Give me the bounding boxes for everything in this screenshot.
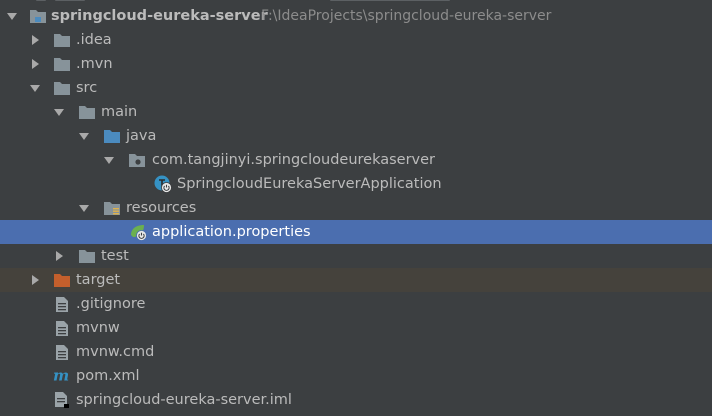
tree-label-idea: .idea	[76, 32, 112, 48]
tree-node-idea[interactable]: .idea	[0, 28, 712, 52]
maven-icon: m	[53, 367, 71, 385]
folder-icon	[53, 31, 71, 49]
spring-properties-icon	[129, 223, 147, 241]
tree-label-resources: resources	[126, 200, 197, 216]
expanded-arrow-icon[interactable]	[29, 82, 41, 94]
tree-label-app-class: SpringcloudEurekaServerApplication	[177, 176, 442, 192]
expanded-arrow-icon[interactable]	[78, 130, 90, 142]
tree-label-mvnw: mvnw	[76, 320, 120, 336]
text-file-icon	[53, 295, 71, 313]
source-folder-icon	[103, 127, 121, 145]
tree-node-target[interactable]: target	[0, 268, 712, 292]
tree-label-mvnw-cmd: mvnw.cmd	[76, 344, 155, 360]
tree-node-app-properties[interactable]: application.properties	[0, 220, 712, 244]
tree-label-main: main	[101, 104, 138, 120]
tree-label-target: target	[76, 272, 121, 288]
tree-node-main[interactable]: main	[0, 100, 712, 124]
folder-icon	[53, 55, 71, 73]
collapsed-arrow-icon[interactable]	[29, 274, 41, 286]
expanded-arrow-icon[interactable]	[6, 10, 18, 22]
project-tree: springcloud-eureka-server F:\IdeaProject…	[0, 0, 712, 416]
tree-node-package[interactable]: com.tangjinyi.springcloudeurekaserver	[0, 148, 712, 172]
project-path: F:\IdeaProjects\springcloud-eureka-serve…	[261, 8, 552, 24]
folder-icon	[78, 103, 96, 121]
project-name: springcloud-eureka-server	[51, 8, 268, 24]
tree-label-test: test	[101, 248, 129, 264]
tree-label-app-properties: application.properties	[152, 224, 311, 240]
collapsed-arrow-icon[interactable]	[53, 250, 65, 262]
tree-node-gitignore[interactable]: .gitignore	[0, 292, 712, 316]
tree-label-iml: springcloud-eureka-server.iml	[76, 392, 292, 408]
tree-node-iml[interactable]: springcloud-eureka-server.iml	[0, 388, 712, 412]
tree-node-project-root[interactable]: springcloud-eureka-server F:\IdeaProject…	[0, 4, 712, 28]
module-file-icon	[53, 391, 71, 409]
tree-node-src[interactable]: src	[0, 76, 712, 100]
svg-text:m: m	[53, 368, 69, 384]
tree-node-mvn[interactable]: .mvn	[0, 52, 712, 76]
tree-label-src: src	[76, 80, 98, 96]
tree-label-mvn: .mvn	[76, 56, 113, 72]
project-folder-icon	[29, 7, 47, 25]
collapsed-arrow-icon[interactable]	[29, 58, 41, 70]
tree-label-package: com.tangjinyi.springcloudeurekaserver	[152, 152, 436, 168]
tree-label-java: java	[126, 128, 157, 144]
tree-node-mvnw[interactable]: mvnw	[0, 316, 712, 340]
tree-node-resources[interactable]: resources	[0, 196, 712, 220]
tree-label-pom: pom.xml	[76, 368, 140, 384]
tree-node-pom[interactable]: m pom.xml	[0, 364, 712, 388]
tree-node-java[interactable]: java	[0, 124, 712, 148]
expanded-arrow-icon[interactable]	[53, 106, 65, 118]
expanded-arrow-icon[interactable]	[78, 202, 90, 214]
text-file-icon	[53, 319, 71, 337]
collapsed-arrow-icon[interactable]	[29, 34, 41, 46]
tree-node-mvnw-cmd[interactable]: mvnw.cmd	[0, 340, 712, 364]
folder-icon	[78, 247, 96, 265]
package-icon	[128, 151, 146, 169]
tree-label-gitignore: .gitignore	[76, 296, 146, 312]
resources-folder-icon	[103, 199, 121, 217]
excluded-folder-icon	[53, 271, 71, 289]
spring-boot-class-icon	[154, 175, 172, 193]
text-file-icon	[53, 343, 71, 361]
tree-node-test[interactable]: test	[0, 244, 712, 268]
folder-icon	[53, 79, 71, 97]
expanded-arrow-icon[interactable]	[103, 154, 115, 166]
tree-node-app-class[interactable]: SpringcloudEurekaServerApplication	[0, 172, 712, 196]
